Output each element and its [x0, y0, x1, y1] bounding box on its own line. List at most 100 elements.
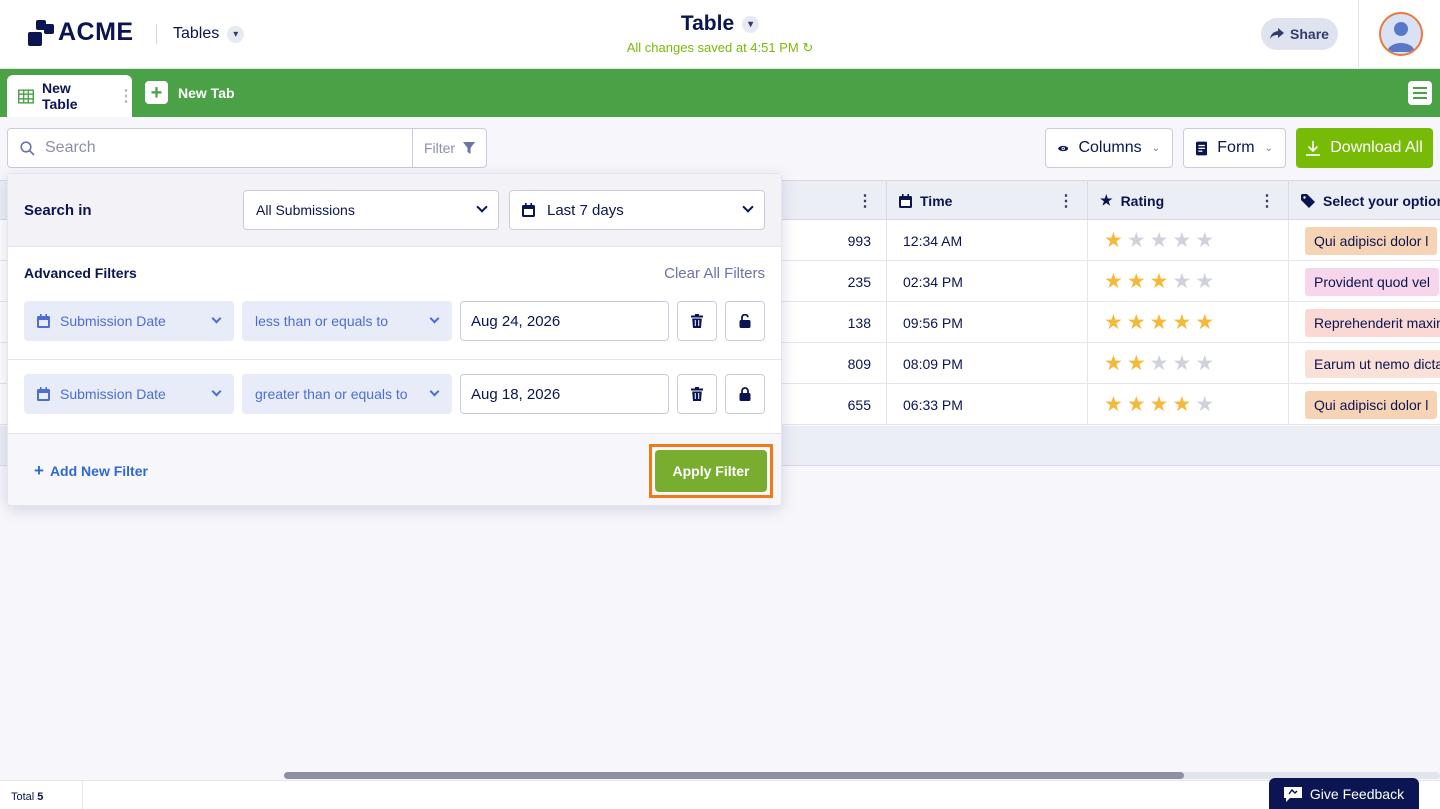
form-button[interactable]: Form ⌄ — [1183, 128, 1286, 168]
option-cell[interactable]: Earum ut nemo dicta — [1288, 343, 1440, 384]
add-new-filter-button[interactable]: + Add New Filter — [34, 461, 148, 481]
number-cell[interactable]: 235 — [780, 261, 887, 302]
column-header-label: Time — [920, 192, 953, 209]
table-title-dropdown[interactable]: Table ▾ — [681, 12, 760, 36]
filter-operator-value: greater than or equals to — [255, 386, 408, 402]
star-rating[interactable]: ★ ★ ★ ★ ★ — [1088, 230, 1214, 251]
delete-filter-button[interactable] — [677, 374, 717, 414]
filter-field-select[interactable]: Submission Date — [24, 301, 234, 341]
column-header-option[interactable]: Select your option — [1288, 181, 1440, 220]
plus-icon: + — [145, 81, 168, 104]
calendar-icon — [37, 387, 50, 401]
tab-new-table[interactable]: New Table ⋮ — [7, 75, 134, 117]
status-footer: Total 5 — [0, 780, 1440, 809]
filter-field-select[interactable]: Submission Date — [24, 374, 234, 414]
refresh-icon: ↻ — [802, 40, 814, 55]
option-cell[interactable]: Reprehenderit maxim — [1288, 302, 1440, 343]
clear-all-filters-link[interactable]: Clear All Filters — [664, 265, 765, 282]
column-header-time[interactable]: Time ⋮ — [886, 181, 1088, 220]
column-header-label: Rating — [1120, 192, 1165, 209]
acme-logo[interactable]: ACME — [28, 18, 134, 47]
star-icon[interactable]: ★ — [1104, 353, 1123, 374]
avatar[interactable] — [1379, 12, 1423, 56]
give-feedback-button[interactable]: Give Feedback — [1269, 778, 1419, 809]
star-icon[interactable]: ★ — [1150, 312, 1169, 333]
star-icon[interactable]: ★ — [1127, 353, 1146, 374]
time-cell[interactable]: 08:09 PM — [886, 343, 1088, 384]
scope-select[interactable]: All Submissions — [243, 190, 499, 230]
rating-cell[interactable]: ★ ★ ★ ★ ★ — [1087, 220, 1289, 261]
star-icon[interactable]: ★ — [1195, 271, 1214, 292]
star-icon[interactable]: ★ — [1172, 394, 1191, 415]
time-cell[interactable]: 06:33 PM — [886, 384, 1088, 425]
star-icon[interactable]: ★ — [1104, 312, 1123, 333]
number-cell[interactable]: 655 — [780, 384, 887, 425]
star-icon[interactable]: ★ — [1104, 230, 1123, 251]
option-cell[interactable]: Provident quod vel — [1288, 261, 1440, 302]
funnel-icon — [463, 142, 476, 154]
star-icon[interactable]: ★ — [1195, 353, 1214, 374]
table-grid-icon — [18, 88, 34, 104]
time-cell[interactable]: 02:34 PM — [886, 261, 1088, 302]
filter-button[interactable]: Filter — [412, 128, 487, 168]
star-icon[interactable]: ★ — [1195, 312, 1214, 333]
filter-operator-select[interactable]: greater than or equals to — [242, 374, 452, 414]
star-icon[interactable]: ★ — [1127, 312, 1146, 333]
tab-label: New Table — [41, 80, 78, 112]
column-menu-icon[interactable]: ⋮ — [1259, 191, 1275, 211]
filter-date-input[interactable]: Aug 18, 2026 — [460, 374, 669, 414]
hamburger-menu-button[interactable] — [1408, 81, 1432, 105]
lock-filter-button[interactable] — [725, 374, 765, 414]
rating-cell[interactable]: ★ ★ ★ ★ ★ — [1087, 343, 1289, 384]
number-cell[interactable]: 809 — [780, 343, 887, 384]
number-cell[interactable]: 138 — [780, 302, 887, 343]
rating-cell[interactable]: ★ ★ ★ ★ ★ — [1087, 261, 1289, 302]
star-icon[interactable]: ★ — [1195, 230, 1214, 251]
option-cell[interactable]: Qui adipisci dolor l — [1288, 384, 1440, 425]
rating-cell[interactable]: ★ ★ ★ ★ ★ — [1087, 302, 1289, 343]
title-area: Table ▾ All changes saved at 4:51 PM ↻ — [560, 12, 880, 56]
time-cell[interactable]: 09:56 PM — [886, 302, 1088, 343]
new-tab-button[interactable]: + New Tab — [145, 81, 235, 104]
star-icon[interactable]: ★ — [1195, 394, 1214, 415]
column-menu-icon[interactable]: ⋮ — [1058, 191, 1074, 211]
columns-button[interactable]: Columns ⌄ — [1045, 128, 1173, 168]
filter-date-input[interactable]: Aug 24, 2026 — [460, 301, 669, 341]
star-rating[interactable]: ★ ★ ★ ★ ★ — [1088, 271, 1214, 292]
star-icon[interactable]: ★ — [1172, 312, 1191, 333]
time-cell[interactable]: 12:34 AM — [886, 220, 1088, 261]
tab-options-icon[interactable]: ⋮ — [118, 86, 134, 106]
rating-cell[interactable]: ★ ★ ★ ★ ★ — [1087, 384, 1289, 425]
star-icon[interactable]: ★ — [1127, 394, 1146, 415]
lock-filter-button[interactable] — [725, 301, 765, 341]
download-all-button[interactable]: Download All — [1296, 128, 1433, 168]
number-cell[interactable]: 993 — [780, 220, 887, 261]
share-button[interactable]: Share — [1261, 18, 1338, 50]
columns-label: Columns — [1078, 139, 1142, 156]
column-header-rating[interactable]: ★ Rating ⋮ — [1087, 181, 1289, 220]
search-input[interactable] — [45, 139, 385, 157]
star-icon[interactable]: ★ — [1150, 353, 1169, 374]
date-range-select[interactable]: Last 7 days — [509, 190, 765, 230]
star-icon[interactable]: ★ — [1150, 230, 1169, 251]
star-icon[interactable]: ★ — [1150, 394, 1169, 415]
delete-filter-button[interactable] — [677, 301, 717, 341]
star-rating[interactable]: ★ ★ ★ ★ ★ — [1088, 353, 1214, 374]
star-rating[interactable]: ★ ★ ★ ★ ★ — [1088, 312, 1214, 333]
column-menu-icon[interactable]: ⋮ — [857, 191, 873, 211]
star-rating[interactable]: ★ ★ ★ ★ ★ — [1088, 394, 1214, 415]
column-header-number[interactable]: ⋮ — [780, 181, 887, 220]
filter-operator-select[interactable]: less than or equals to — [242, 301, 452, 341]
star-icon[interactable]: ★ — [1172, 271, 1191, 292]
star-icon[interactable]: ★ — [1127, 230, 1146, 251]
star-icon[interactable]: ★ — [1150, 271, 1169, 292]
star-icon[interactable]: ★ — [1172, 353, 1191, 374]
star-icon[interactable]: ★ — [1172, 230, 1191, 251]
horizontal-scrollbar-thumb[interactable] — [284, 772, 1184, 779]
tables-nav-dropdown[interactable]: Tables ▾ — [173, 25, 245, 43]
star-icon[interactable]: ★ — [1104, 394, 1123, 415]
star-icon[interactable]: ★ — [1104, 271, 1123, 292]
apply-filter-button[interactable]: Apply Filter — [655, 450, 767, 492]
option-cell[interactable]: Qui adipisci dolor l — [1288, 220, 1440, 261]
star-icon[interactable]: ★ — [1127, 271, 1146, 292]
